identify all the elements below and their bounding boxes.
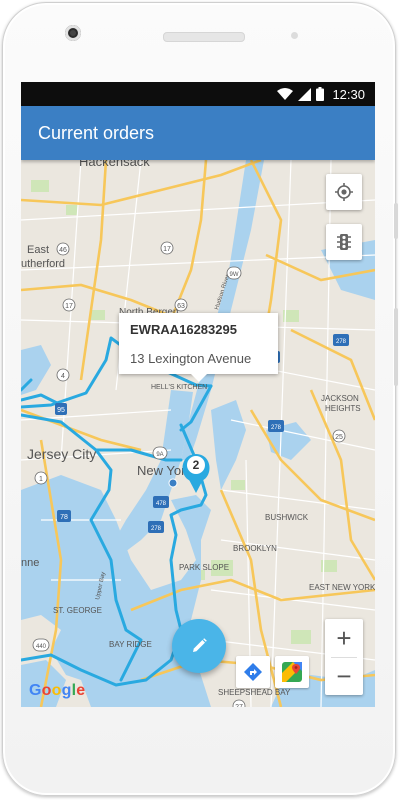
label-heights: HEIGHTS [325, 404, 361, 413]
label-brooklyn: BROOKLYN [233, 544, 277, 553]
google-logo: Google [29, 682, 86, 699]
label-st-george: ST. GEORGE [53, 606, 102, 615]
my-location-icon [335, 183, 353, 201]
shield-1: 1 [34, 471, 48, 485]
battery-icon [316, 87, 325, 101]
screen: 12:30 Current orders 46 17 4 9W 63 17 95… [21, 82, 375, 707]
shield-78: 78 [57, 510, 71, 522]
label-east-new-york: EAST NEW YORK [309, 583, 375, 592]
svg-text:278: 278 [151, 526, 162, 532]
svg-text:278: 278 [336, 339, 347, 345]
shield-17b: 17 [160, 241, 174, 255]
label-east: East [27, 244, 49, 256]
svg-text:440: 440 [36, 644, 47, 650]
label-sheepshead-bay: SHEEPSHEAD BAY [218, 688, 291, 697]
google-maps-icon [282, 662, 302, 682]
order-info-popup[interactable]: EWRAA16283295 13 Lexington Avenue [119, 313, 278, 382]
open-in-maps-button[interactable] [275, 656, 309, 688]
label-park-slope: PARK SLOPE [179, 563, 229, 572]
order-address: 13 Lexington Avenue [130, 351, 252, 366]
label-hells-kitchen: HELL'S KITCHEN [151, 384, 207, 391]
zoom-out-button[interactable]: − [325, 657, 363, 695]
shield-17: 17 [62, 298, 76, 312]
svg-text:4: 4 [61, 373, 65, 380]
shield-25: 25 [332, 429, 346, 443]
directions-icon [244, 663, 262, 681]
marker-number: 2 [193, 458, 200, 472]
label-jersey-city: Jersey City [27, 446, 96, 462]
shield-278c: 278 [148, 521, 164, 533]
order-id: EWRAA16283295 [130, 322, 237, 337]
page-title: Current orders [38, 122, 155, 143]
label-rutherford: utherford [21, 258, 65, 270]
shield-278: 278 [268, 420, 284, 432]
shield-9a: 9A [152, 446, 168, 460]
zoom-divider [331, 657, 357, 658]
label-bushwick: BUSHWICK [265, 513, 309, 522]
label-bay-ridge: BAY RIDGE [109, 640, 152, 649]
svg-text:17: 17 [65, 303, 73, 310]
signal-icon [298, 87, 312, 101]
svg-text:17: 17 [163, 246, 171, 253]
edit-fab[interactable] [172, 619, 226, 673]
svg-text:278: 278 [271, 425, 282, 431]
svg-text:25: 25 [335, 434, 343, 441]
svg-text:95: 95 [57, 407, 65, 414]
shield-95: 95 [55, 403, 67, 415]
directions-button[interactable] [236, 656, 270, 688]
svg-text:1: 1 [39, 476, 43, 483]
volume-button [394, 308, 398, 386]
svg-text:27: 27 [235, 704, 243, 707]
svg-text:9A: 9A [156, 452, 163, 458]
wifi-icon [277, 87, 294, 100]
power-button [394, 203, 398, 239]
zoom-controls: + − [325, 619, 363, 695]
current-location-dot [168, 478, 178, 488]
shield-278b: 278 [333, 334, 349, 346]
shield-478: 478 [153, 496, 169, 508]
shield-46: 46 [56, 242, 70, 256]
svg-text:78: 78 [60, 514, 68, 521]
front-camera [65, 25, 81, 41]
traffic-light-icon [337, 234, 351, 250]
traffic-button[interactable] [326, 224, 362, 260]
earpiece-speaker [163, 32, 245, 42]
proximity-sensor [291, 32, 298, 39]
pencil-icon [193, 638, 207, 652]
my-location-button[interactable] [326, 174, 362, 210]
status-bar: 12:30 [21, 82, 375, 106]
label-jackson: JACKSON [321, 394, 359, 403]
svg-text:478: 478 [156, 501, 167, 507]
shield-440: 440 [32, 638, 50, 652]
svg-text:9W: 9W [230, 272, 239, 278]
label-edge: nne [21, 557, 39, 569]
zoom-in-button[interactable]: + [325, 619, 363, 657]
svg-text:46: 46 [59, 247, 67, 254]
label-hackensack: Hackensack [79, 160, 150, 169]
status-time: 12:30 [332, 86, 365, 102]
shield-4: 4 [56, 368, 70, 382]
app-bar: Current orders [21, 106, 375, 160]
